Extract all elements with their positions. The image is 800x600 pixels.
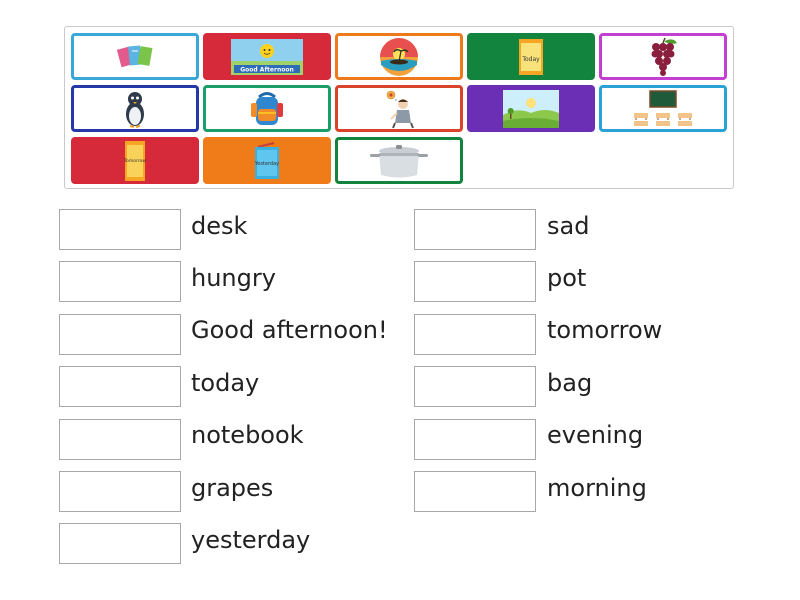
tile-evening[interactable] xyxy=(335,33,463,80)
tile-today[interactable]: Today xyxy=(467,33,595,80)
tile-desk[interactable] xyxy=(599,85,727,132)
sad-penguin-icon xyxy=(120,89,150,129)
drop-slot[interactable] xyxy=(59,209,181,250)
word-label: evening xyxy=(547,421,644,449)
tile-good-afternoon[interactable]: Good Afternoon xyxy=(203,33,331,80)
tile-hungry[interactable] xyxy=(335,85,463,132)
yesterday-note-icon: Yesterday xyxy=(252,141,282,181)
cooking-pot-icon xyxy=(364,141,434,181)
drop-slot[interactable] xyxy=(414,471,536,512)
tile-notebooks[interactable] xyxy=(71,33,199,80)
word-label: notebook xyxy=(191,421,304,449)
today-caption: Today xyxy=(521,56,540,63)
tile-tomorrow[interactable]: Tomorrow xyxy=(71,137,199,184)
drop-slot[interactable] xyxy=(59,261,181,302)
word-label: today xyxy=(191,369,260,397)
word-label: pot xyxy=(547,264,587,292)
word-label: Good afternoon! xyxy=(191,316,388,344)
good-afternoon-caption: Good Afternoon xyxy=(240,66,294,73)
tile-grapes[interactable] xyxy=(599,33,727,80)
drop-slot[interactable] xyxy=(414,366,536,407)
word-label: morning xyxy=(547,474,647,502)
notebooks-icon xyxy=(115,42,155,72)
grapes-icon xyxy=(645,37,681,77)
sunset-island-icon xyxy=(377,37,421,77)
drop-slot[interactable] xyxy=(414,419,536,460)
tile-yesterday[interactable]: Yesterday xyxy=(203,137,331,184)
image-tray: Good Afternoon Today Tomorrow Yesterday xyxy=(64,26,734,189)
drop-slot[interactable] xyxy=(414,314,536,355)
backpack-icon xyxy=(247,89,287,129)
word-label: tomorrow xyxy=(547,316,663,344)
drop-slot[interactable] xyxy=(59,314,181,355)
tile-penguin[interactable] xyxy=(71,85,199,132)
word-label: grapes xyxy=(191,474,274,502)
hungry-man-icon xyxy=(381,89,417,129)
drop-slot[interactable] xyxy=(414,261,536,302)
morning-landscape-icon xyxy=(502,89,560,129)
word-label: bag xyxy=(547,369,593,397)
drop-slot[interactable] xyxy=(59,419,181,460)
word-label: hungry xyxy=(191,264,276,292)
tile-bag[interactable] xyxy=(203,85,331,132)
tile-pot[interactable] xyxy=(335,137,463,184)
word-label: desk xyxy=(191,212,248,240)
tomorrow-caption: Tomorrow xyxy=(123,158,146,164)
good-afternoon-card-icon: Good Afternoon xyxy=(230,38,304,76)
drop-slot[interactable] xyxy=(59,366,181,407)
classroom-desk-icon xyxy=(630,89,696,129)
yesterday-caption: Yesterday xyxy=(254,161,279,167)
tile-morning[interactable] xyxy=(467,85,595,132)
drop-slot[interactable] xyxy=(59,523,181,564)
tomorrow-note-icon: Tomorrow xyxy=(122,140,148,181)
today-note-icon: Today xyxy=(516,37,546,77)
word-label: sad xyxy=(547,212,590,240)
drop-slot[interactable] xyxy=(59,471,181,512)
drop-slot[interactable] xyxy=(414,209,536,250)
word-label: yesterday xyxy=(191,526,311,554)
